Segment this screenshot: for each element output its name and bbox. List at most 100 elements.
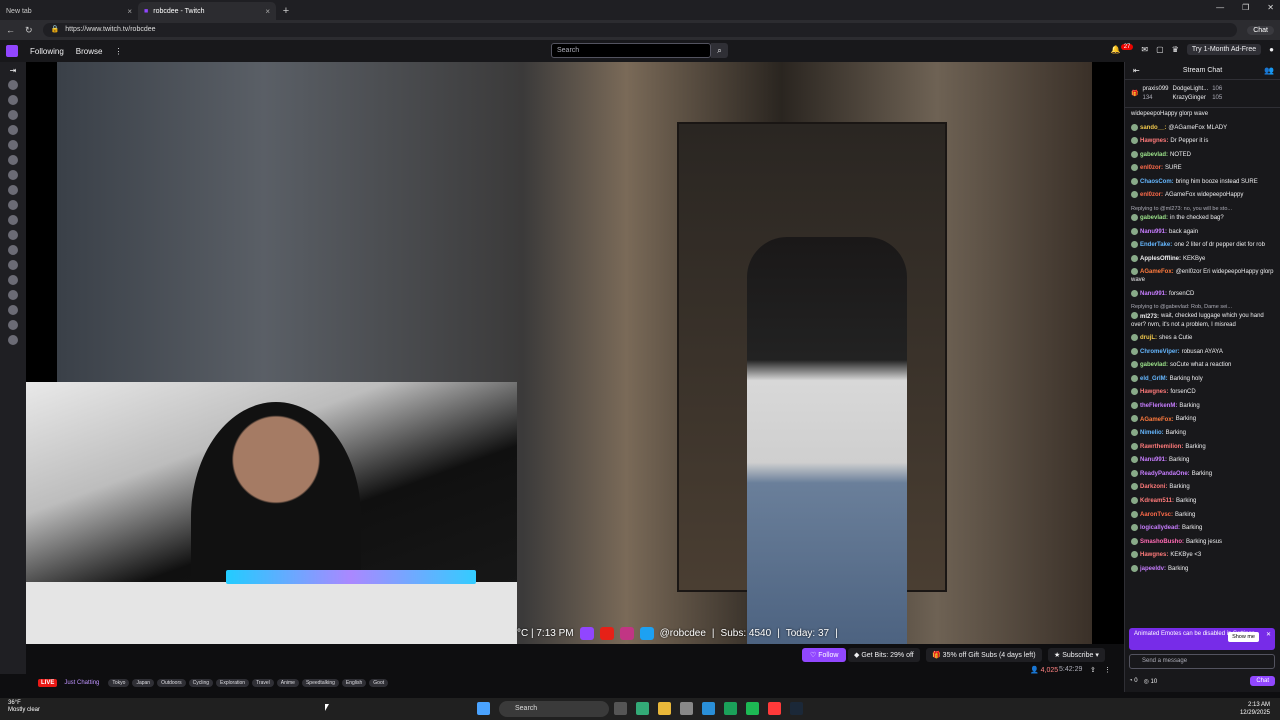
chat-username[interactable]: drujL: [1140,335,1157,341]
chat-username[interactable]: enl0zor: [1140,165,1163,171]
chat-username[interactable]: Kdream511: [1140,498,1174,504]
chat-username[interactable]: AGameFox: [1140,417,1174,423]
channel-avatar[interactable] [8,290,18,300]
chat-username[interactable]: Nimelio: [1140,430,1164,436]
tag[interactable]: Japan [132,679,155,687]
follow-button[interactable]: ♡ Follow [802,648,847,662]
channel-avatar[interactable] [8,305,18,315]
spotify-icon[interactable] [746,702,759,715]
opera-icon[interactable] [768,702,781,715]
chat-username[interactable]: ml273: [1140,314,1159,320]
avatar[interactable]: ● [1269,45,1274,54]
nav-browse[interactable]: Browse [76,47,103,56]
terminal-icon[interactable] [724,702,737,715]
chat-input[interactable]: Send a message [1129,654,1275,669]
steam-icon[interactable] [790,702,803,715]
search-icon[interactable]: ⌕ [711,43,728,58]
channel-avatar[interactable] [8,200,18,210]
chat-username[interactable]: theFlerkenM: [1140,403,1177,409]
chat-username[interactable]: Nanu991: [1140,291,1167,297]
chat-username[interactable]: AaronTvsc: [1140,512,1173,518]
new-tab-button[interactable]: + [276,2,296,20]
chat-username[interactable]: logicallydead: [1140,525,1180,531]
whispers-icon[interactable]: ▢ [1156,45,1164,54]
task-view-icon[interactable] [614,702,627,715]
notifications-icon[interactable]: 🔔 27 [1111,44,1134,54]
taskbar-search[interactable]: Search [499,701,609,717]
close-icon[interactable]: × [127,7,132,16]
maximize-icon[interactable]: ❐ [1242,3,1249,12]
start-icon[interactable] [477,702,490,715]
close-window-icon[interactable]: ✕ [1267,3,1274,12]
collapse-chat-icon[interactable]: ⇤ [1133,66,1140,75]
chat-username[interactable]: Hawgnes: [1140,138,1168,144]
reload-icon[interactable]: ↻ [25,25,33,36]
chat-username[interactable]: gabevlad: [1140,152,1168,158]
tag[interactable]: Anime [276,679,299,687]
system-tray[interactable]: 2:13 AM 12/29/2025 [1240,701,1270,717]
tag[interactable]: Tokyo [108,679,130,687]
chat-username[interactable]: ReadyPandaOne: [1140,471,1190,477]
tag[interactable]: Speedtalking [301,679,339,687]
twitch-logo-icon[interactable] [6,45,18,57]
calculator-icon[interactable] [680,702,693,715]
chat-username[interactable]: Nanu991: [1140,229,1167,235]
back-icon[interactable]: ← [6,25,15,35]
channel-avatar[interactable] [8,155,18,165]
chat-username[interactable]: Darkzoni: [1140,484,1167,490]
minimize-icon[interactable]: — [1216,3,1224,12]
chat-username[interactable]: sando__: [1140,125,1166,131]
chat-username[interactable]: japeeldv: [1140,566,1166,572]
get-bits-button[interactable]: ◆ Get Bits: 29% off [848,648,920,662]
chat-username[interactable]: EnderTake: [1140,242,1172,248]
channel-avatar[interactable] [8,95,18,105]
more-icon[interactable]: ⋮ [114,47,122,56]
channel-avatar[interactable] [8,215,18,225]
chat-username[interactable]: Hawgnes: [1140,389,1168,395]
channel-avatar[interactable] [8,80,18,90]
expand-sidebar-icon[interactable]: ⇥ [10,66,17,75]
channel-avatar[interactable] [8,170,18,180]
tag[interactable]: Outdoors [157,679,186,687]
tag[interactable]: Cycling [188,679,214,687]
gifter[interactable]: praxis099 134 [1142,85,1168,103]
share-icon[interactable]: ⇪ [1090,666,1096,674]
gift-subs-button[interactable]: 🎁 35% off Gift Subs (4 days left) [926,648,1042,662]
chat-username[interactable]: gabevlad: [1140,215,1168,221]
cheer-icon[interactable]: ◎ 10 [1144,678,1158,685]
weather-widget[interactable]: 36°F Mostly clear [8,700,40,714]
channel-avatar[interactable] [8,260,18,270]
video-player[interactable]: °C | 7:13 PM @robcdee | Subs: 4540 | Tod… [26,62,1124,644]
ad-free-button[interactable]: Try 1-Month Ad-Free [1186,44,1262,55]
copilot-chat-button[interactable]: Chat [1247,25,1274,35]
tag[interactable]: Goot [369,679,389,687]
channel-avatar[interactable] [8,320,18,330]
close-icon[interactable]: ✕ [1266,631,1271,639]
tag[interactable]: English [341,679,367,687]
search-input[interactable]: Search [551,43,711,58]
channel-avatar[interactable] [8,140,18,150]
category-link[interactable]: Just Chatting [64,680,99,686]
channel-avatar[interactable] [8,110,18,120]
channel-avatar[interactable] [8,335,18,345]
chat-username[interactable]: enl0zor: [1140,192,1163,198]
channel-points-icon[interactable]: ◔ 0 [1129,678,1138,684]
channel-avatar[interactable] [8,125,18,135]
gifter[interactable]: DodgeLight... KrazyGinger [1173,85,1209,103]
show-me-button[interactable]: Show me [1228,632,1259,642]
channel-avatar[interactable] [8,230,18,240]
chat-username[interactable]: Hawgnes: [1140,552,1168,558]
crown-icon[interactable]: ♛ [1172,45,1179,54]
inbox-icon[interactable]: ✉ [1141,45,1148,54]
chat-username[interactable]: AGameFox: [1140,269,1174,275]
tag[interactable]: Travel [252,679,274,687]
chat-username[interactable]: ChromeViper: [1140,349,1180,355]
tab-new-tab[interactable]: New tab × [0,2,138,20]
channel-avatar[interactable] [8,245,18,255]
chat-username[interactable]: SmashoBusho: [1140,539,1184,545]
chat-send-button[interactable]: Chat [1250,676,1275,686]
tab-twitch[interactable]: ■ robcdee - Twitch × [138,2,276,20]
chat-username[interactable]: gabevlad: [1140,362,1168,368]
chat-username[interactable]: eld_GrIM: [1140,376,1168,382]
channel-avatar[interactable] [8,185,18,195]
